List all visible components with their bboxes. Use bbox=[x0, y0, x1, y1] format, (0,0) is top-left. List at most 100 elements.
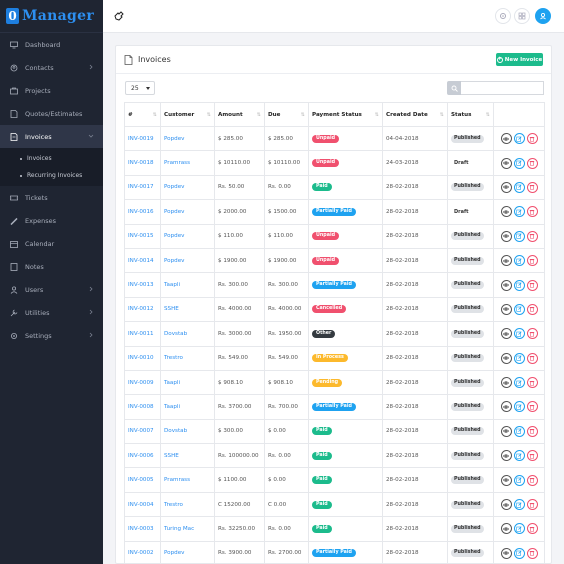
customer-link[interactable]: Popdev bbox=[160, 199, 215, 225]
invoice-link[interactable]: INV-0003 bbox=[124, 516, 161, 542]
edit-button[interactable] bbox=[513, 230, 525, 242]
invoice-link[interactable]: INV-0009 bbox=[124, 369, 161, 396]
sidebar-item-expenses[interactable]: Expenses bbox=[0, 209, 103, 232]
edit-button[interactable] bbox=[513, 157, 525, 169]
sidebar-item-invoices[interactable]: Invoices bbox=[0, 125, 103, 148]
sidebar-item-tickets[interactable]: Tickets bbox=[0, 186, 103, 209]
customer-link[interactable]: Popdev bbox=[160, 125, 215, 152]
view-button[interactable] bbox=[500, 230, 512, 242]
edit-button[interactable] bbox=[513, 352, 525, 364]
view-button[interactable] bbox=[500, 425, 512, 437]
edit-button[interactable] bbox=[513, 181, 525, 193]
delete-button[interactable] bbox=[526, 401, 538, 413]
table-row[interactable]: INV-0015 Popdev $ 110.00 $ 110.00 Unpaid 28-0… bbox=[124, 223, 545, 249]
customer-link[interactable]: SSHE bbox=[160, 296, 215, 323]
invoice-link[interactable]: INV-0012 bbox=[124, 296, 161, 323]
view-button[interactable] bbox=[500, 303, 512, 315]
view-button[interactable] bbox=[500, 206, 512, 218]
column-header[interactable]: Due ⇅ bbox=[264, 102, 309, 127]
submenu-item-recurring-invoices[interactable]: Recurring Invoices bbox=[0, 167, 103, 184]
edit-button[interactable] bbox=[513, 425, 525, 437]
delete-button[interactable] bbox=[526, 157, 538, 169]
table-row[interactable]: INV-0006 SSHE Rs. 100000.00 Rs. 0.00 Paid 28-… bbox=[124, 443, 545, 469]
view-button[interactable] bbox=[500, 523, 512, 535]
table-row[interactable]: INV-0011 Dovstab Rs. 3000.00 Rs. 1950.00 Oth… bbox=[124, 321, 545, 347]
customer-link[interactable]: Pramrass bbox=[160, 150, 215, 176]
view-button[interactable] bbox=[500, 450, 512, 462]
table-row[interactable]: INV-0014 Popdev $ 1900.00 $ 1900.00 Unpaid 28… bbox=[124, 247, 545, 274]
view-button[interactable] bbox=[500, 474, 512, 486]
table-row[interactable]: INV-0005 Pramrass $ 1100.00 $ 0.00 Paid 28-02… bbox=[124, 467, 545, 493]
delete-button[interactable] bbox=[526, 303, 538, 315]
table-row[interactable]: INV-0012 SSHE Rs. 4000.00 Rs. 4000.00 Cancel… bbox=[124, 296, 545, 323]
view-button[interactable] bbox=[500, 499, 512, 511]
view-button[interactable] bbox=[500, 157, 512, 169]
table-row[interactable]: INV-0013 Taapli Rs. 300.00 Rs. 300.00 Partia… bbox=[124, 272, 545, 298]
view-button[interactable] bbox=[500, 547, 512, 559]
edit-button[interactable] bbox=[513, 450, 525, 462]
invoice-link[interactable]: INV-0019 bbox=[124, 125, 161, 152]
invoice-link[interactable]: INV-0004 bbox=[124, 491, 161, 518]
invoice-link[interactable]: INV-0010 bbox=[124, 345, 161, 371]
edit-button[interactable] bbox=[513, 547, 525, 559]
sidebar-item-notes[interactable]: Notes bbox=[0, 255, 103, 278]
delete-button[interactable] bbox=[526, 206, 538, 218]
customer-link[interactable]: Popdev bbox=[160, 540, 215, 564]
column-header[interactable] bbox=[493, 102, 545, 127]
page-size-select[interactable]: 25 bbox=[125, 81, 155, 95]
sidebar-item-settings[interactable]: Settings bbox=[0, 324, 103, 347]
edit-button[interactable] bbox=[513, 377, 525, 389]
table-row[interactable]: INV-0009 Taapli $ 908.10 $ 908.10 Pending 28-… bbox=[124, 369, 545, 396]
view-button[interactable] bbox=[500, 401, 512, 413]
delete-button[interactable] bbox=[526, 474, 538, 486]
column-header[interactable]: Payment Status ⇅ bbox=[308, 102, 383, 127]
invoice-link[interactable]: INV-0008 bbox=[124, 394, 161, 420]
table-row[interactable]: INV-0007 Dovstab $ 300.00 $ 0.00 Paid 28-02-2… bbox=[124, 418, 545, 445]
customer-link[interactable]: Popdev bbox=[160, 174, 215, 201]
user-menu-button[interactable] bbox=[535, 8, 551, 24]
sidebar-item-calendar[interactable]: Calendar bbox=[0, 232, 103, 255]
sidebar-item-utilities[interactable]: Utilities bbox=[0, 301, 103, 324]
table-row[interactable]: INV-0002 Popdev Rs. 3900.00 Rs. 2700.00 Part… bbox=[124, 540, 545, 564]
table-row[interactable]: INV-0008 Taapli Rs. 3700.00 Rs. 700.00 Parti… bbox=[124, 394, 545, 420]
submenu-item-invoices[interactable]: Invoices bbox=[0, 150, 103, 167]
delete-button[interactable] bbox=[526, 450, 538, 462]
invoice-link[interactable]: INV-0007 bbox=[124, 418, 161, 445]
customer-link[interactable]: Popdev bbox=[160, 247, 215, 274]
edit-button[interactable] bbox=[513, 303, 525, 315]
table-row[interactable]: INV-0003 Turing Mac Rs. 32250.00 Rs. 0.00 Pa… bbox=[124, 516, 545, 542]
delete-button[interactable] bbox=[526, 279, 538, 291]
delete-button[interactable] bbox=[526, 425, 538, 437]
edit-button[interactable] bbox=[513, 206, 525, 218]
view-button[interactable] bbox=[500, 181, 512, 193]
invoice-link[interactable]: INV-0011 bbox=[124, 321, 161, 347]
logo[interactable]: 0 Manager bbox=[0, 0, 103, 33]
customer-link[interactable]: Popdev bbox=[160, 223, 215, 249]
column-header[interactable]: Status ⇅ bbox=[447, 102, 494, 127]
delete-button[interactable] bbox=[526, 499, 538, 511]
column-header[interactable]: Amount ⇅ bbox=[214, 102, 265, 127]
customer-link[interactable]: Taapli bbox=[160, 394, 215, 420]
sidebar-item-quotes-estimates[interactable]: Quotes/Estimates bbox=[0, 102, 103, 125]
search-input[interactable] bbox=[461, 81, 544, 95]
apps-button[interactable] bbox=[514, 8, 530, 24]
edit-button[interactable] bbox=[513, 255, 525, 267]
delete-button[interactable] bbox=[526, 181, 538, 193]
delete-button[interactable] bbox=[526, 523, 538, 535]
invoice-link[interactable]: INV-0005 bbox=[124, 467, 161, 493]
invoice-link[interactable]: INV-0014 bbox=[124, 247, 161, 274]
edit-button[interactable] bbox=[513, 133, 525, 145]
delete-button[interactable] bbox=[526, 328, 538, 340]
invoice-link[interactable]: INV-0017 bbox=[124, 174, 161, 201]
edit-button[interactable] bbox=[513, 474, 525, 486]
customer-link[interactable]: Dovstab bbox=[160, 321, 215, 347]
view-button[interactable] bbox=[500, 328, 512, 340]
sidebar-item-dashboard[interactable]: Dashboard bbox=[0, 33, 103, 56]
edit-button[interactable] bbox=[513, 499, 525, 511]
delete-button[interactable] bbox=[526, 377, 538, 389]
invoice-link[interactable]: INV-0013 bbox=[124, 272, 161, 298]
invoice-link[interactable]: INV-0018 bbox=[124, 150, 161, 176]
column-header[interactable]: Created Date ⇅ bbox=[382, 102, 448, 127]
delete-button[interactable] bbox=[526, 255, 538, 267]
customer-link[interactable]: Trestro bbox=[160, 345, 215, 371]
